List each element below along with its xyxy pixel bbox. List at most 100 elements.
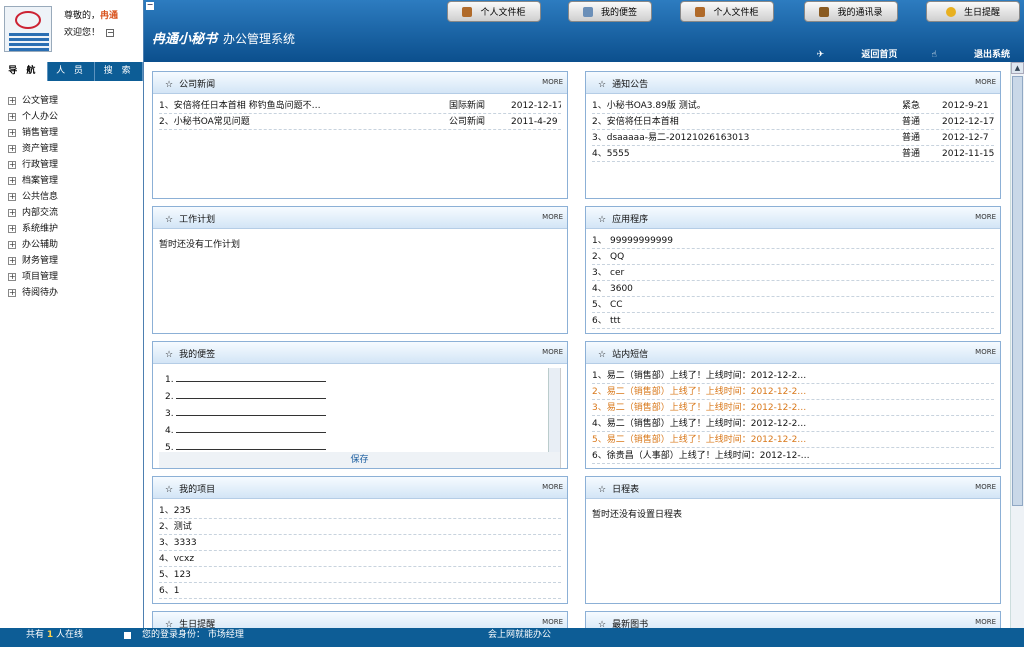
scroll-up-icon[interactable]: ▲ [1011,62,1024,74]
list-item[interactable]: 1、235 [159,503,561,519]
list-item[interactable]: 5、 CC [592,297,994,313]
expand-icon[interactable]: + [8,225,16,233]
app-name[interactable]: 99999999999 [610,233,673,248]
logout-link[interactable]: ☝ 退出系统 [931,47,1010,60]
home-link[interactable]: ✈ 返回首页 [817,47,898,60]
list-item[interactable]: 3、易二（销售部）上线了！上线时间：2012-12-2… [592,400,994,416]
app-name[interactable]: QQ [610,249,624,264]
expand-icon[interactable]: + [8,241,16,249]
project-name[interactable]: 4、vcxz [159,554,194,564]
message-text[interactable]: 2、易二（销售部）上线了！上线时间：2012-12-2… [592,387,806,397]
birthday-reminder-button[interactable]: 生日提醒 [926,1,1020,22]
news-title[interactable]: 1、安倍将任日本首相 称钓鱼岛问题不… [159,101,321,111]
list-item[interactable]: 1、易二（销售部）上线了！上线时间：2012-12-2… [592,368,994,384]
notes-button[interactable]: 我的便签 [568,1,652,22]
note-input[interactable] [175,372,326,382]
project-name[interactable]: 6、1 [159,586,179,596]
more-link[interactable]: MORE [975,213,996,221]
project-name[interactable]: 3、3333 [159,538,197,548]
sidebar-item[interactable]: + 项目管理 [8,269,143,285]
sidebar-item[interactable]: + 资产管理 [8,141,143,157]
message-text[interactable]: 5、易二（销售部）上线了！上线时间：2012-12-2… [592,435,806,445]
more-link[interactable]: MORE [542,618,563,626]
sidebar-item[interactable]: + 财务管理 [8,253,143,269]
app-name[interactable]: ttt [610,313,621,328]
more-link[interactable]: MORE [975,483,996,491]
note-input[interactable] [175,406,326,416]
message-text[interactable]: 6、徐贵昌（人事部）上线了！上线时间：2012-12-… [592,451,810,461]
sidebar-item[interactable]: + 内部交流 [8,205,143,221]
list-item[interactable]: 2、易二（销售部）上线了！上线时间：2012-12-2… [592,384,994,400]
sidebar-item[interactable]: + 档案管理 [8,173,143,189]
sidebar-item[interactable]: + 个人办公 [8,109,143,125]
message-text[interactable]: 1、易二（销售部）上线了！上线时间：2012-12-2… [592,371,806,381]
project-name[interactable]: 2、测试 [159,522,192,532]
expand-icon[interactable]: + [8,273,16,281]
expand-icon[interactable]: + [8,193,16,201]
more-link[interactable]: MORE [542,78,563,86]
note-input[interactable] [175,440,326,450]
collapse-icon[interactable]: − [106,29,115,37]
news-title[interactable]: 2、小秘书OA常见问题 [159,117,250,127]
sidebar-item[interactable]: + 公文管理 [8,93,143,109]
message-text[interactable]: 3、易二（销售部）上线了！上线时间：2012-12-2… [592,403,806,413]
more-link[interactable]: MORE [975,618,996,626]
expand-icon[interactable]: + [8,257,16,265]
notice-title[interactable]: 4、5555 [592,149,630,159]
more-link[interactable]: MORE [542,348,563,356]
expand-icon[interactable]: + [8,97,16,105]
expand-icon[interactable]: + [8,209,16,217]
minimize-icon[interactable]: − [146,1,154,10]
list-item[interactable]: 4、5555 普通 2012-11-15 [592,146,994,162]
list-item[interactable]: 3、3333 [159,535,561,551]
sidebar-item[interactable]: + 办公辅助 [8,237,143,253]
expand-icon[interactable]: + [8,129,16,137]
note-input[interactable] [175,423,326,433]
sidebar-item[interactable]: + 行政管理 [8,157,143,173]
project-name[interactable]: 5、123 [159,570,191,580]
expand-icon[interactable]: + [8,113,16,121]
message-text[interactable]: 4、易二（销售部）上线了！上线时间：2012-12-2… [592,419,806,429]
notice-title[interactable]: 3、dsaaaaa-易二-20121026163013 [592,133,749,143]
app-name[interactable]: 3600 [610,281,633,296]
list-item[interactable]: 4、易二（销售部）上线了！上线时间：2012-12-2… [592,416,994,432]
more-link[interactable]: MORE [542,213,563,221]
more-link[interactable]: MORE [542,483,563,491]
list-item[interactable]: 4、 3600 [592,281,994,297]
file-cabinet-button-2[interactable]: 个人文件柜 [680,1,774,22]
tab-search[interactable]: 搜 索 [95,62,144,81]
sidebar-item[interactable]: + 待阅待办 [8,285,143,301]
list-item[interactable]: 3、 cer [592,265,994,281]
list-item[interactable]: 2、 QQ [592,249,994,265]
address-book-button[interactable]: 我的通讯录 [804,1,898,22]
save-button[interactable]: 保存 [159,452,560,468]
note-input[interactable] [175,389,326,399]
sidebar-item[interactable]: + 销售管理 [8,125,143,141]
list-item[interactable]: 5、123 [159,567,561,583]
scroll-thumb[interactable] [1012,76,1023,506]
project-name[interactable]: 1、235 [159,506,191,516]
list-item[interactable]: 1、安倍将任日本首相 称钓鱼岛问题不… 国际新闻 2012-12-17 [159,98,561,114]
list-item[interactable]: 6、徐贵昌（人事部）上线了！上线时间：2012-12-… [592,448,994,464]
notice-title[interactable]: 2、安倍将任日本首相 [592,117,679,127]
tab-people[interactable]: 人 员 [48,62,96,81]
list-item[interactable]: 3、dsaaaaa-易二-20121026163013 普通 2012-12-7 [592,130,994,146]
list-item[interactable]: 1、 99999999999 [592,233,994,249]
list-item[interactable]: 2、测试 [159,519,561,535]
app-name[interactable]: cer [610,265,624,280]
page-scrollbar[interactable]: ▲ [1010,62,1024,628]
expand-icon[interactable]: + [8,145,16,153]
list-item[interactable]: 4、vcxz [159,551,561,567]
list-item[interactable]: 2、小秘书OA常见问题 公司新闻 2011-4-29 [159,114,561,130]
list-item[interactable]: 5、易二（销售部）上线了！上线时间：2012-12-2… [592,432,994,448]
sidebar-item[interactable]: + 系统维护 [8,221,143,237]
more-link[interactable]: MORE [975,78,996,86]
tab-navigation[interactable]: 导 航 [0,62,48,81]
notes-scrollbar[interactable] [548,368,560,452]
list-item[interactable]: 6、1 [159,583,561,599]
list-item[interactable]: 1、小秘书OA3.89版 测试。 紧急 2012-9-21 [592,98,994,114]
list-item[interactable]: 2、安倍将任日本首相 普通 2012-12-17 [592,114,994,130]
expand-icon[interactable]: + [8,161,16,169]
sidebar-item[interactable]: + 公共信息 [8,189,143,205]
more-link[interactable]: MORE [975,348,996,356]
